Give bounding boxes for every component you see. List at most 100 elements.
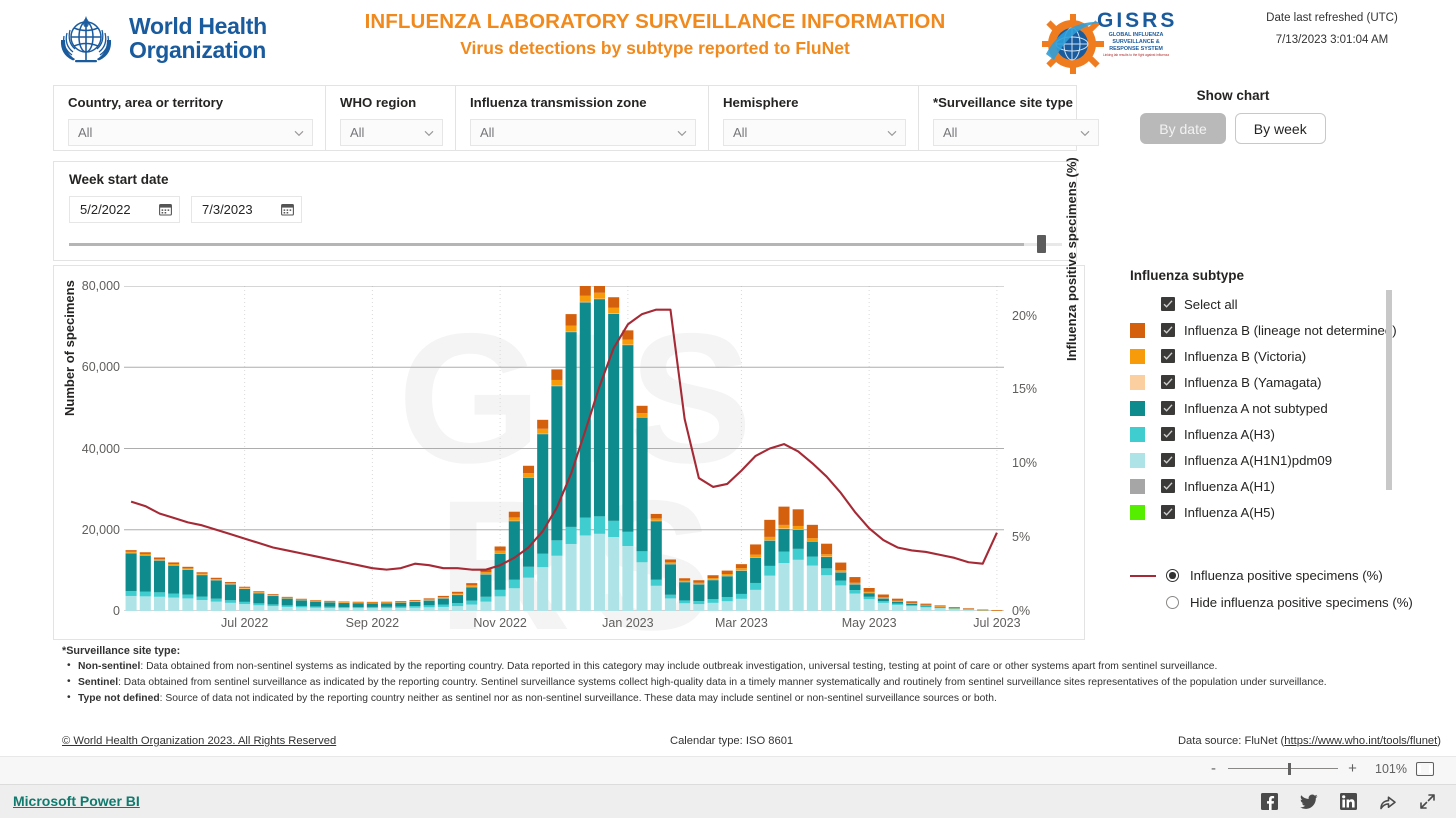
- bar-segment[interactable]: [736, 564, 747, 568]
- bar-segment[interactable]: [949, 608, 960, 609]
- bar-segment[interactable]: [764, 566, 775, 576]
- bar-segment[interactable]: [211, 580, 222, 581]
- bar-segment[interactable]: [892, 605, 903, 611]
- bar-segment[interactable]: [580, 296, 591, 302]
- checkbox-icon[interactable]: [1161, 479, 1175, 493]
- bar-segment[interactable]: [906, 606, 917, 611]
- bar-segment[interactable]: [409, 601, 420, 606]
- bar-segment[interactable]: [282, 598, 293, 605]
- bar-segment[interactable]: [126, 550, 137, 552]
- data-source-link[interactable]: https://www.who.int/tools/flunet: [1284, 735, 1437, 747]
- bar-segment[interactable]: [566, 332, 577, 527]
- bar-segment[interactable]: [793, 560, 804, 611]
- bar-segment[interactable]: [480, 574, 491, 597]
- bar-segment[interactable]: [495, 546, 506, 550]
- checkbox-icon[interactable]: [1161, 427, 1175, 441]
- bar-segment[interactable]: [693, 583, 704, 584]
- bar-segment[interactable]: [211, 578, 222, 579]
- bar-segment[interactable]: [310, 601, 321, 602]
- legend-item[interactable]: Influenza B (lineage not determined): [1130, 317, 1450, 343]
- bar-segment[interactable]: [140, 554, 151, 555]
- zoom-slider-thumb[interactable]: [1288, 763, 1291, 775]
- bar-segment[interactable]: [594, 286, 605, 293]
- bar-segment[interactable]: [764, 537, 775, 540]
- bar-segment[interactable]: [580, 286, 591, 296]
- bar-segment[interactable]: [551, 369, 562, 380]
- filter-transmission-zone-dropdown[interactable]: All: [470, 119, 696, 146]
- bar-segment[interactable]: [239, 602, 250, 604]
- bar-segment[interactable]: [367, 608, 378, 611]
- bar-segment[interactable]: [452, 595, 463, 604]
- bar-segment[interactable]: [622, 345, 633, 346]
- bar-segment[interactable]: [778, 563, 789, 611]
- bar-segment[interactable]: [353, 602, 364, 603]
- bar-segment[interactable]: [651, 518, 662, 520]
- bar-segment[interactable]: [197, 575, 208, 576]
- facebook-icon[interactable]: [1261, 793, 1278, 810]
- bar-segment[interactable]: [523, 477, 534, 478]
- bar-segment[interactable]: [126, 553, 137, 554]
- bar-segment[interactable]: [594, 299, 605, 516]
- linkedin-icon[interactable]: [1340, 793, 1357, 810]
- bar-segment[interactable]: [864, 593, 875, 597]
- filter-who-region-dropdown[interactable]: All: [340, 119, 443, 146]
- bar-segment[interactable]: [438, 598, 449, 605]
- zoom-out-button[interactable]: -: [1208, 760, 1219, 777]
- bar-segment[interactable]: [154, 560, 165, 561]
- bar-segment[interactable]: [821, 554, 832, 556]
- bar-segment[interactable]: [637, 406, 648, 413]
- bar-segment[interactable]: [679, 581, 690, 582]
- bar-segment[interactable]: [793, 529, 804, 549]
- bar-segment[interactable]: [722, 597, 733, 601]
- bar-segment[interactable]: [182, 598, 193, 611]
- bar-segment[interactable]: [353, 608, 364, 611]
- bar-segment[interactable]: [693, 584, 704, 585]
- bar-segment[interactable]: [864, 592, 875, 593]
- bar-segment[interactable]: [835, 572, 846, 573]
- fullscreen-icon[interactable]: [1419, 793, 1436, 810]
- bar-segment[interactable]: [920, 604, 931, 605]
- checkbox-icon[interactable]: [1161, 349, 1175, 363]
- chart-canvas[interactable]: [124, 286, 1004, 611]
- bar-segment[interactable]: [197, 574, 208, 575]
- bar-segment[interactable]: [381, 602, 392, 603]
- bar-segment[interactable]: [338, 607, 349, 608]
- bar-segment[interactable]: [523, 466, 534, 473]
- bar-segment[interactable]: [438, 605, 449, 607]
- bar-segment[interactable]: [409, 608, 420, 611]
- bar-segment[interactable]: [764, 576, 775, 611]
- bar-segment[interactable]: [523, 567, 534, 578]
- bar-segment[interactable]: [424, 600, 435, 605]
- bar-segment[interactable]: [268, 604, 279, 606]
- bar-segment[interactable]: [778, 507, 789, 525]
- bar-segment[interactable]: [764, 540, 775, 566]
- bar-segment[interactable]: [310, 608, 321, 611]
- positivity-line[interactable]: [131, 310, 997, 570]
- bar-segment[interactable]: [338, 603, 349, 607]
- bar-segment[interactable]: [310, 601, 321, 606]
- bar-segment[interactable]: [225, 603, 236, 611]
- bar-segment[interactable]: [466, 585, 477, 586]
- bar-segment[interactable]: [239, 587, 250, 588]
- bar-segment[interactable]: [452, 606, 463, 611]
- bar-segment[interactable]: [708, 580, 719, 600]
- bar-segment[interactable]: [381, 602, 392, 603]
- bar-segment[interactable]: [452, 593, 463, 594]
- bar-segment[interactable]: [807, 541, 818, 556]
- bar-segment[interactable]: [566, 325, 577, 331]
- bar-segment[interactable]: [282, 607, 293, 611]
- bar-segment[interactable]: [566, 527, 577, 544]
- bar-segment[interactable]: [367, 607, 378, 608]
- bar-segment[interactable]: [878, 603, 889, 611]
- bar-segment[interactable]: [452, 592, 463, 594]
- bar-segment[interactable]: [424, 607, 435, 611]
- bar-segment[interactable]: [821, 575, 832, 611]
- bar-segment[interactable]: [438, 598, 449, 599]
- bar-segment[interactable]: [211, 580, 222, 599]
- bar-segment[interactable]: [367, 603, 378, 607]
- bar-segment[interactable]: [935, 608, 946, 611]
- bar-segment[interactable]: [353, 607, 364, 608]
- bar-segment[interactable]: [282, 605, 293, 607]
- bar-segment[interactable]: [424, 605, 435, 607]
- bar-segment[interactable]: [296, 606, 307, 607]
